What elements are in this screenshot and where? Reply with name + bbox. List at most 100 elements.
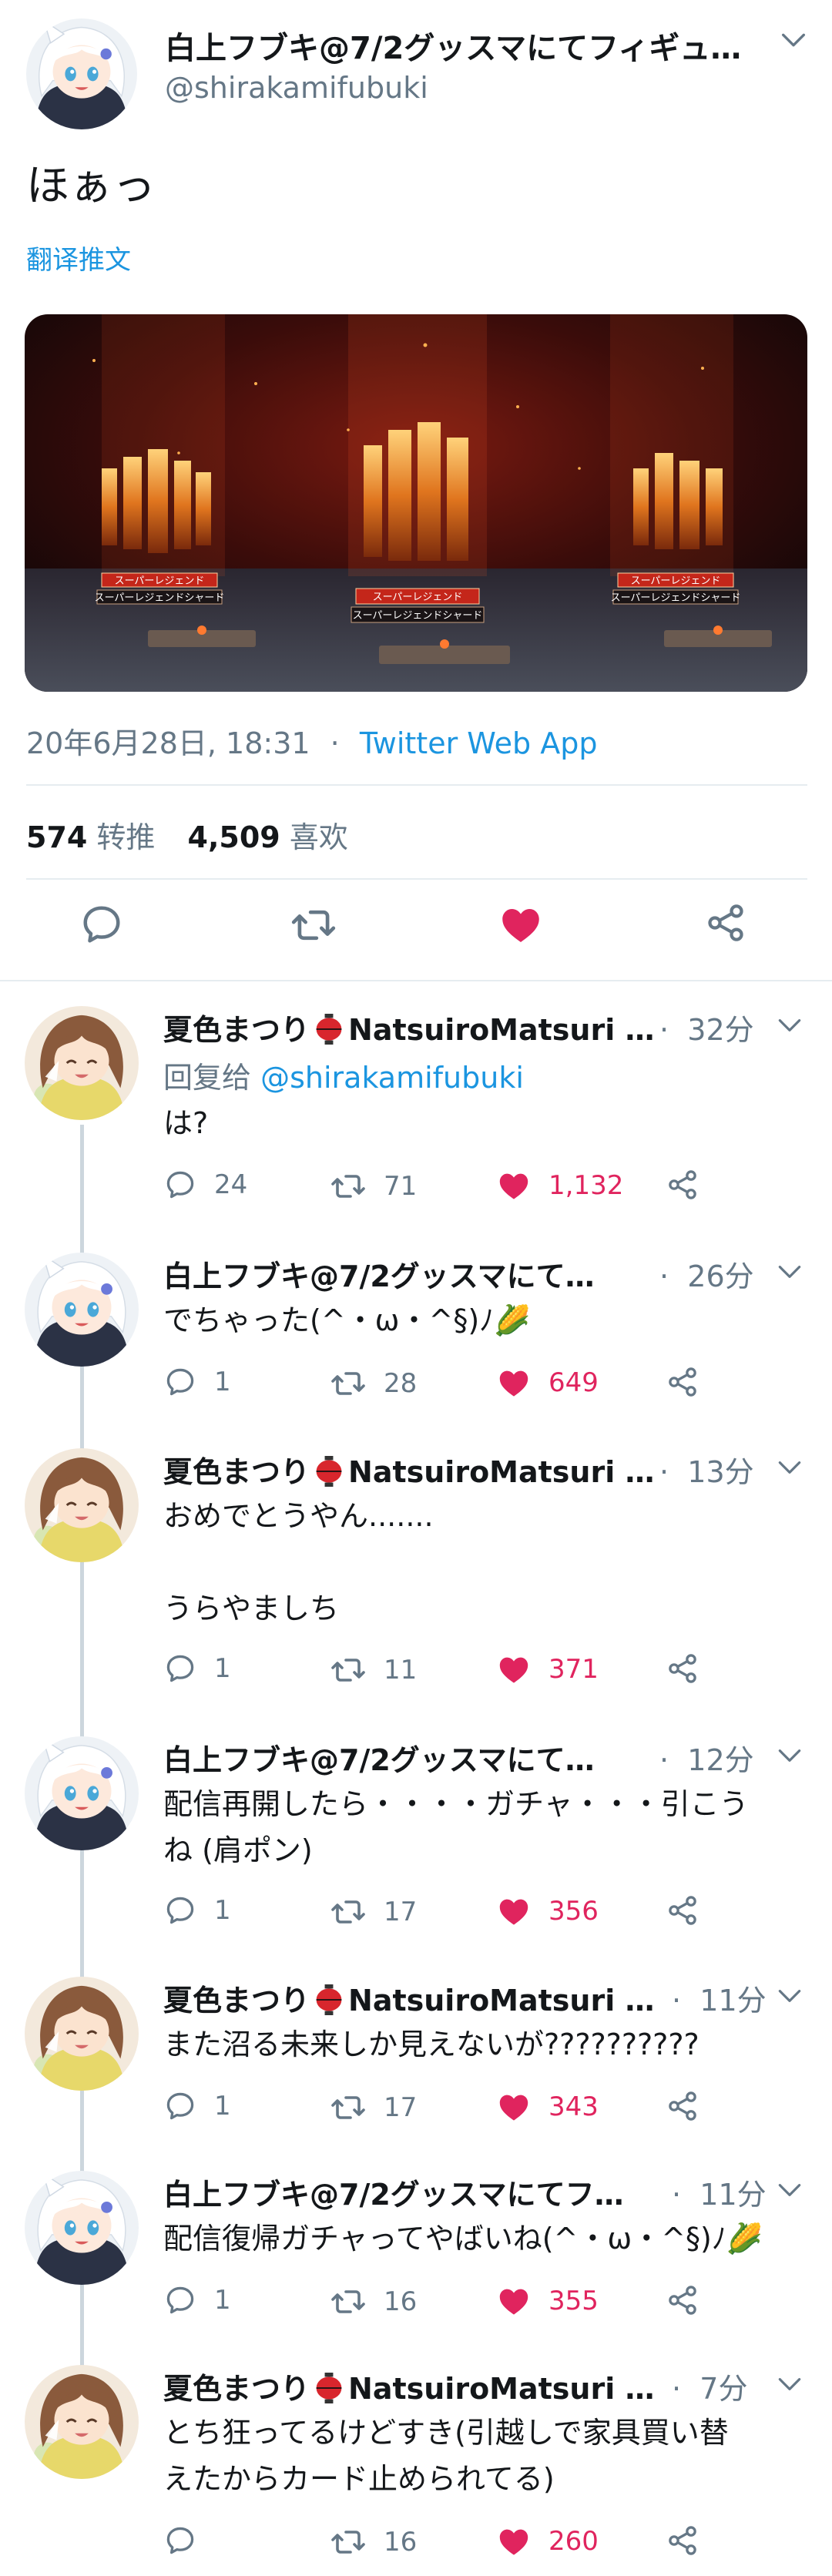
retweet-button[interactable]: 11 (330, 1652, 417, 1689)
chevron-down-icon[interactable] (775, 1981, 804, 2011)
author-name[interactable]: 白上フブキ@7/2グッスマにてフィギュ… (165, 23, 750, 68)
author-name[interactable]: 白上フブキ@7/2グッスマにて… (163, 1736, 641, 1779)
tweet-time[interactable]: · 12分 (659, 1736, 754, 1779)
retweet-icon (330, 2524, 367, 2561)
author-name[interactable]: 夏色まつり NatsuiroMatsuri … (163, 1977, 656, 2019)
retweet-button[interactable]: 16 (330, 2283, 417, 2320)
chevron-down-icon[interactable] (775, 1741, 804, 1770)
tweet-time[interactable]: · 11分 (672, 1977, 767, 2019)
share-icon (666, 2283, 699, 2317)
retweet-count-link[interactable]: 574 转推 (26, 820, 155, 854)
retweet-icon (330, 1652, 367, 1689)
reply-button[interactable]: 24 (163, 1168, 247, 1202)
retweet-icon (330, 1365, 367, 1402)
tweet-time[interactable]: · 11分 (672, 2171, 767, 2213)
author-handle[interactable]: @shirakamifubuki (165, 71, 428, 105)
author-name[interactable]: 夏色まつり NatsuiroMatsuri … (163, 1006, 656, 1048)
reply-tweet[interactable]: 夏色まつり NatsuiroMatsuri … · 13分 おめでとうやん....… (0, 1448, 832, 1687)
plaque-bottom-left: スーパーレジェンドシャード (95, 592, 225, 604)
share-button[interactable] (666, 1893, 716, 1927)
like-button[interactable]: 1,132 (496, 1168, 623, 1203)
retweet-button[interactable]: 17 (330, 2089, 417, 2126)
chevron-down-icon[interactable] (775, 2175, 804, 2205)
reply-text: また沼る未来しか見えないが?????????? (163, 2028, 699, 2061)
like-button[interactable]: 356 (496, 1893, 599, 1929)
reply-icon (163, 2524, 197, 2558)
chevron-down-icon[interactable] (775, 1011, 804, 1040)
share-icon[interactable] (704, 901, 747, 944)
mention-link[interactable]: @shirakamifubuki (260, 1061, 524, 1095)
tweet-media-image[interactable]: スーパーレジェンド スーパーレジェンドシャード スーパーレジェンド スーパーレジ… (25, 314, 807, 692)
author-name[interactable]: 夏色まつり NatsuiroMatsuri … (163, 1448, 656, 1491)
reply-tweet[interactable]: 白上フブキ@7/2グッスマにてフ… · 11分 配信復帰ガチャってやばいね(^・… (0, 2171, 832, 2340)
author-avatar[interactable] (25, 1253, 139, 1367)
reply-tweet[interactable]: 夏色まつり NatsuiroMatsuri … · 7分 とち狂ってるけどすき(引… (0, 2365, 832, 2576)
share-button[interactable] (666, 2283, 716, 2317)
reply-button[interactable]: 1 (163, 1652, 231, 1685)
reply-button[interactable]: 1 (163, 2089, 231, 2123)
tweet-time[interactable]: · 13分 (659, 1448, 754, 1491)
author-avatar[interactable] (25, 1448, 139, 1562)
like-count-link[interactable]: 4,509 喜欢 (188, 820, 348, 854)
reply-actions: 1 17 356 (163, 1893, 749, 1937)
author-avatar[interactable] (25, 1977, 139, 2091)
like-button[interactable]: 260 (496, 2524, 599, 2559)
retweet-button[interactable]: 16 (330, 2524, 417, 2561)
divider (26, 784, 807, 786)
author-avatar[interactable] (25, 2365, 139, 2479)
main-tweet-header: 白上フブキ@7/2グッスマにてフィギュ… @shirakamifubuki (26, 18, 812, 126)
share-button[interactable] (666, 1652, 716, 1685)
chevron-down-icon[interactable] (775, 1453, 804, 1482)
reply-button[interactable] (163, 2524, 214, 2558)
chevron-down-icon[interactable] (775, 2370, 804, 2399)
heart-icon (496, 2089, 532, 2125)
reply-tweet[interactable]: 夏色まつり NatsuiroMatsuri … · 32分 回复给 @shirak… (0, 1006, 832, 1229)
share-icon (666, 1893, 699, 1927)
heart-icon (496, 1652, 532, 1687)
reply-button[interactable]: 1 (163, 2283, 231, 2317)
share-button[interactable] (666, 2089, 716, 2123)
tweet-time[interactable]: · 7分 (672, 2365, 747, 2407)
reply-actions: 1 11 371 (163, 1652, 749, 1695)
reply-button[interactable]: 1 (163, 1365, 231, 1399)
retweet-button[interactable]: 28 (330, 1365, 417, 1402)
reply-actions: 24 71 1,132 (163, 1168, 749, 1211)
tweet-time[interactable]: · 32分 (659, 1006, 754, 1048)
heart-icon[interactable] (498, 901, 544, 948)
like-button[interactable]: 355 (496, 2283, 599, 2319)
tweet-source-link[interactable]: Twitter Web App (360, 726, 598, 760)
reply-actions: 1 16 355 (163, 2283, 749, 2326)
like-button[interactable]: 649 (496, 1365, 599, 1400)
reply-tweet[interactable]: 夏色まつり NatsuiroMatsuri … · 11分 また沼る未来しか見えな… (0, 1977, 832, 2146)
share-button[interactable] (666, 2524, 716, 2558)
translate-tweet-link[interactable]: 翻译推文 (26, 239, 131, 277)
chevron-down-icon[interactable] (778, 25, 809, 55)
author-name[interactable]: 白上フブキ@7/2グッスマにてフ… (163, 2171, 656, 2213)
retweet-button[interactable]: 71 (330, 1168, 417, 1205)
author-name[interactable]: 白上フブキ@7/2グッスマにて… (163, 1253, 641, 1295)
lantern-icon (316, 1984, 342, 2015)
heart-icon (496, 2524, 532, 2559)
reply-icon (163, 1168, 197, 1202)
reply-tweet[interactable]: 白上フブキ@7/2グッスマにて… · 26分 でちゃった(^・ω・^§)ﾉ🌽 1… (0, 1253, 832, 1422)
author-avatar[interactable] (26, 18, 137, 129)
chevron-down-icon[interactable] (775, 1257, 804, 1286)
retweet-button[interactable]: 17 (330, 1893, 417, 1930)
like-button[interactable]: 343 (496, 2089, 599, 2125)
author-name[interactable]: 夏色まつり NatsuiroMatsuri … (163, 2365, 656, 2407)
tweet-time[interactable]: · 26分 (659, 1253, 754, 1295)
reply-icon[interactable] (79, 901, 125, 948)
author-avatar[interactable] (25, 1736, 139, 1850)
author-avatar[interactable] (25, 2171, 139, 2285)
reply-tweet[interactable]: 白上フブキ@7/2グッスマにて… · 12分 配信再開したら・・・・ガチャ・・・… (0, 1736, 832, 1937)
reply-text: おめでとうやん....... うらやましち (163, 1499, 434, 1625)
retweet-icon[interactable] (290, 901, 337, 949)
reply-icon (163, 2283, 197, 2317)
like-button[interactable]: 371 (496, 1652, 599, 1687)
share-button[interactable] (666, 1365, 716, 1399)
author-avatar[interactable] (25, 1006, 139, 1120)
reply-button[interactable]: 1 (163, 1893, 231, 1927)
tweet-timestamp[interactable]: 20年6月28日, 18:31 (26, 726, 310, 760)
share-button[interactable] (666, 1168, 716, 1202)
reply-icon (163, 1365, 197, 1399)
